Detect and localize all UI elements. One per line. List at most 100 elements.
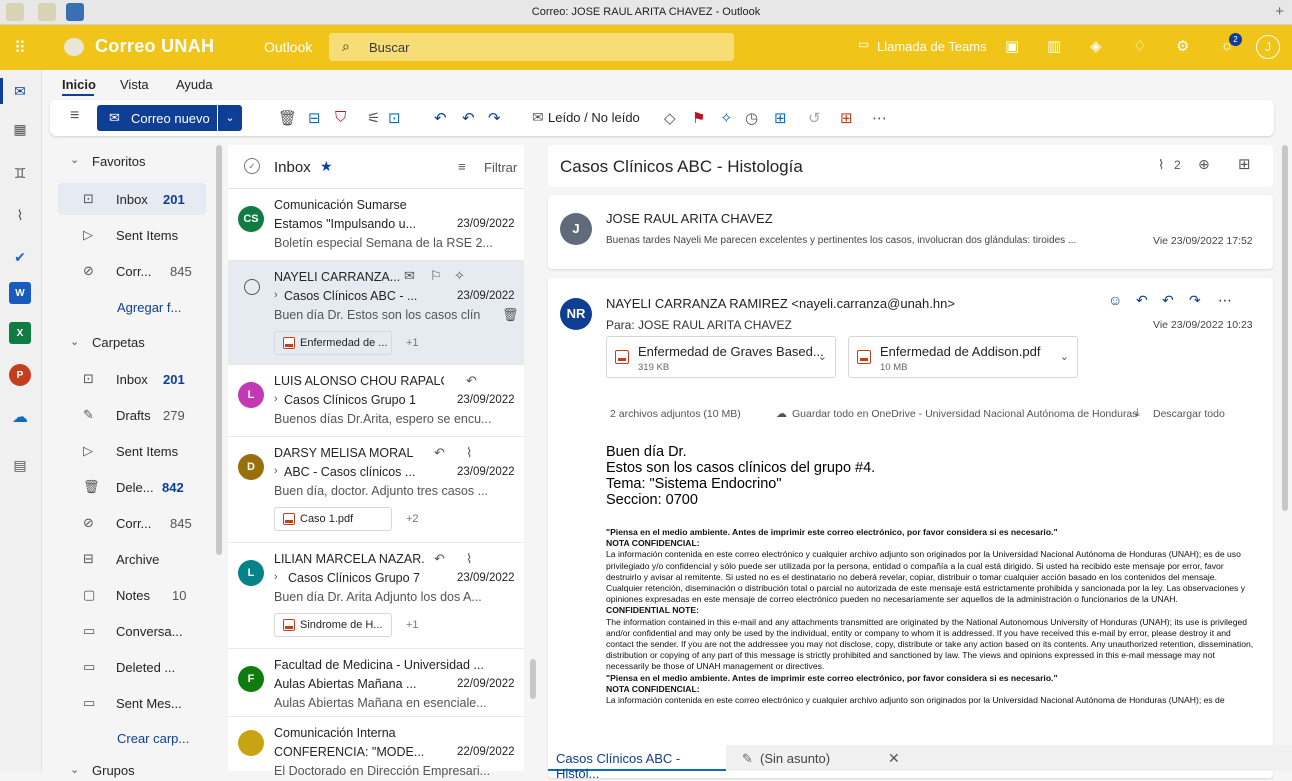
delete-icon[interactable]: 🗑	[502, 307, 519, 323]
attachment-chip[interactable]: Sindrome de H...	[274, 613, 392, 637]
list-item[interactable]: Comunicación Interna CONFERENCIA: "MODE.…	[228, 717, 524, 778]
powerpoint-icon[interactable]: P	[9, 364, 31, 386]
fav-sent[interactable]: ▷ Sent Items	[58, 219, 206, 251]
list-item[interactable]: L LILIAN MARCELA NAZAR... ↶ ⌇ › Casos Cl…	[228, 543, 524, 649]
app-launcher-icon[interactable]: ⠿	[14, 38, 26, 58]
folders-header[interactable]: Carpetas	[92, 335, 145, 350]
chevron-down-icon[interactable]: ⌄	[70, 763, 79, 776]
mail-icon[interactable]: ✉	[9, 80, 31, 102]
create-folder-link[interactable]: Crear carp...	[117, 731, 189, 746]
reply-all-icon[interactable]: ↶	[1162, 292, 1174, 309]
forward-icon[interactable]: ↷	[1189, 292, 1201, 309]
folder-notes[interactable]: ▢ Notes 10	[58, 579, 206, 611]
pin-icon[interactable]: ✧	[454, 268, 465, 284]
list-item[interactable]: F Facultad de Medicina - Universidad ...…	[228, 649, 524, 717]
flag-icon[interactable]: ⚐	[430, 268, 442, 284]
excel-icon[interactable]: X	[9, 322, 31, 344]
folder-inbox[interactable]: ⊡ Inbox 201	[58, 363, 206, 395]
message-collapsed[interactable]: J JOSE RAUL ARITA CHAVEZ Buenas tardes N…	[548, 195, 1273, 269]
fav-inbox[interactable]: ⊡ Inbox 201	[58, 183, 206, 215]
list-scrollbar[interactable]	[530, 659, 536, 699]
calendar-icon[interactable]: ▦	[9, 118, 31, 140]
attachment-card[interactable]: Enfermedad de Addison.pdf 10 MB ⌄	[848, 336, 1078, 378]
attachment-count[interactable]: 2	[1174, 158, 1181, 172]
more-icon[interactable]: ⋯	[1218, 292, 1232, 309]
folder-deleted-2[interactable]: ▭ Deleted ...	[58, 651, 206, 683]
app-name[interactable]: Outlook	[264, 39, 312, 55]
forward-icon[interactable]: ↷	[488, 109, 501, 127]
chevron-down-icon[interactable]: ⌄	[70, 335, 79, 348]
feedback-icon[interactable]: ◈	[1090, 37, 1102, 55]
download-all-link[interactable]: Descargar todo	[1153, 408, 1225, 420]
read-unread-button[interactable]: Leído / No leído	[548, 110, 640, 125]
list-item[interactable]: CS Comunicación Sumarse Estamos "Impulsa…	[228, 189, 524, 261]
more-apps-icon[interactable]: ▤	[9, 454, 31, 476]
select-circle[interactable]	[244, 279, 260, 295]
reply-icon[interactable]: ↶	[1136, 292, 1148, 309]
list-item-selected[interactable]: NAYELI CARRANZA... ✉ ⚐ ✧ › Casos Clínico…	[228, 261, 524, 365]
folder-drafts[interactable]: ✎ Drafts 279	[58, 399, 206, 431]
reading-scrollbar[interactable]	[1282, 145, 1288, 511]
chevron-down-icon[interactable]: ⌄	[818, 350, 827, 363]
attachment-card[interactable]: Enfermedad de Graves Based... 319 KB ⌄	[606, 336, 836, 378]
attachment-chip[interactable]: Enfermedad de ...	[274, 331, 392, 355]
menu-view[interactable]: Vista	[120, 77, 149, 92]
tab-draft[interactable]: ✎ (Sin asunto) ✕	[736, 745, 916, 771]
list-item[interactable]: L LUIS ALONSO CHOU RAPALO ↶ › Casos Clín…	[228, 365, 524, 437]
report-icon[interactable]: ⛉	[335, 109, 346, 126]
meet-now-icon[interactable]: ▣	[1005, 37, 1019, 55]
more-icon[interactable]: ⋯	[872, 109, 887, 127]
more-attachments[interactable]: +2	[406, 513, 419, 525]
folder-deleted[interactable]: 🗑 Dele... 842	[58, 471, 206, 503]
flag-icon[interactable]: ⚑	[692, 109, 705, 127]
favorites-header[interactable]: Favoritos	[92, 154, 145, 169]
menu-home[interactable]: Inicio	[62, 77, 96, 92]
folder-sent[interactable]: ▷ Sent Items	[58, 435, 206, 467]
onenote-icon[interactable]: ▥	[1047, 37, 1061, 55]
more-attachments[interactable]: +1	[406, 619, 419, 631]
reply-all-icon[interactable]: ↶	[462, 109, 475, 127]
folder-junk[interactable]: ⊘ Corr... 845	[58, 507, 206, 539]
more-attachments[interactable]: +1	[406, 337, 419, 349]
new-mail-dropdown[interactable]: ⌄	[218, 105, 242, 131]
chevron-down-icon[interactable]: ⌄	[70, 153, 79, 166]
open-window-icon[interactable]: ⊞	[1238, 155, 1251, 173]
new-mail-button[interactable]: ✉ Correo nuevo	[97, 105, 217, 131]
bell-icon[interactable]: ♢	[1133, 37, 1146, 55]
hamburger-icon[interactable]: ≡	[70, 107, 79, 125]
recipients[interactable]: Para: JOSE RAUL ARITA CHAVEZ	[606, 318, 792, 332]
menu-help[interactable]: Ayuda	[176, 77, 213, 92]
star-icon[interactable]: ★	[320, 158, 333, 175]
envelope-open-icon[interactable]: ✉	[532, 109, 544, 126]
undo-icon[interactable]: ↺	[808, 109, 821, 127]
folder-conversation[interactable]: ▭ Conversa...	[58, 615, 206, 647]
attach-icon[interactable]: ⌇	[9, 204, 31, 226]
move-icon[interactable]: ⊡	[388, 109, 401, 127]
folder-archive[interactable]: ⊟ Archive	[58, 543, 206, 575]
chevron-down-icon[interactable]: ⌄	[1060, 350, 1069, 363]
select-all-icon[interactable]: ✓	[244, 158, 260, 174]
avatar[interactable]: J	[1256, 35, 1280, 59]
attachment-chip[interactable]: Caso 1.pdf	[274, 507, 392, 531]
close-icon[interactable]: ✕	[888, 750, 900, 767]
filter-button[interactable]: Filtrar	[484, 160, 517, 175]
sender[interactable]: NAYELI CARRANZA RAMIREZ <nayeli.carranza…	[606, 296, 955, 311]
list-item[interactable]: D DARSY MELISA MORALE... ↶ ⌇ › ABC - Cas…	[228, 437, 524, 543]
save-onedrive-link[interactable]: Guardar todo en OneDrive - Universidad N…	[792, 408, 1138, 420]
mark-unread-icon[interactable]: ✉	[404, 268, 415, 284]
rules-icon[interactable]: ⊞	[774, 109, 787, 127]
search-box[interactable]: ⌕ Buscar	[329, 33, 734, 61]
fav-junk[interactable]: ⊘ Corr... 845	[58, 255, 206, 287]
todo-icon[interactable]: ✔	[9, 246, 31, 268]
teams-call-icon[interactable]: ▭	[858, 37, 869, 51]
folder-scrollbar[interactable]	[216, 145, 222, 555]
word-icon[interactable]: W	[9, 282, 31, 304]
sweep-icon[interactable]: ⚟	[367, 109, 380, 127]
teams-call-label[interactable]: Llamada de Teams	[877, 39, 987, 54]
gear-icon[interactable]: ⚙	[1176, 37, 1189, 55]
filter-icon[interactable]: ≡	[458, 159, 466, 174]
folder-sent-messages[interactable]: ▭ Sent Mes...	[58, 687, 206, 719]
onedrive-icon[interactable]: ☁	[9, 406, 31, 428]
tab-message[interactable]: Casos Clínicos ABC - Histol...	[548, 745, 726, 781]
pin-icon[interactable]: ✧	[720, 109, 733, 127]
